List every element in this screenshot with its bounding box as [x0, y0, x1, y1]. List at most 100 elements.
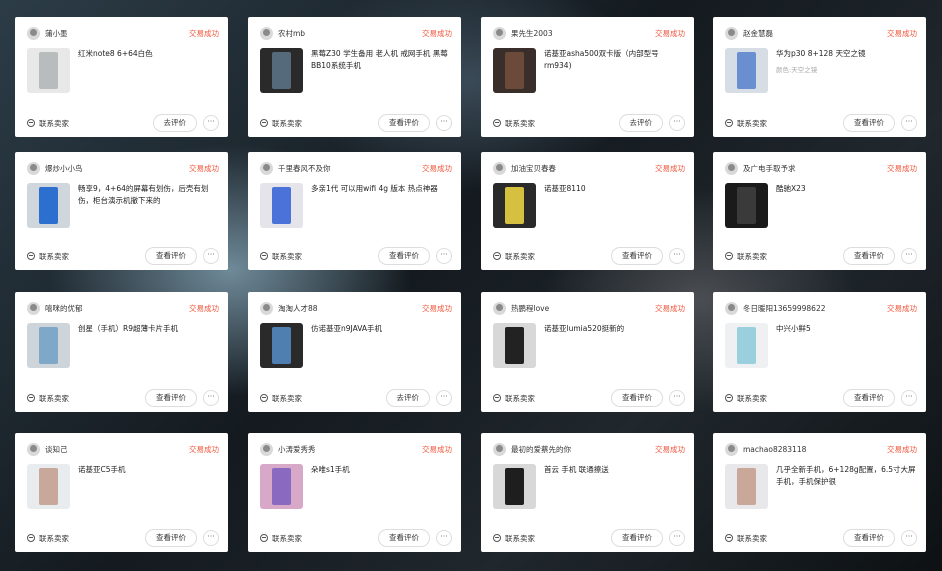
- seller-name[interactable]: 冬日暖阳13659998622: [743, 303, 887, 314]
- order-card[interactable]: 小涛爱秀秀 交易成功 朵唯s1手机 联系卖家 查看评价 ···: [248, 433, 461, 552]
- contact-seller-link[interactable]: 联系卖家: [272, 393, 386, 404]
- item-title[interactable]: 诺基亚asha500双卡版（内部型号rm934): [544, 48, 685, 72]
- order-card[interactable]: 最初的爱蔡先的你 交易成功 首云 手机 联通擦送 联系卖家 查看评价 ···: [481, 433, 694, 552]
- order-card[interactable]: 加油宝贝春春 交易成功 诺基亚8110 联系卖家 查看评价 ···: [481, 152, 694, 270]
- review-button[interactable]: 查看评价: [843, 247, 895, 265]
- avatar[interactable]: [725, 442, 738, 456]
- review-button[interactable]: 查看评价: [378, 247, 430, 265]
- review-button[interactable]: 查看评价: [843, 389, 895, 407]
- review-button[interactable]: 去评价: [152, 114, 197, 132]
- item-title[interactable]: 仿诺基亚n9JAVA手机: [311, 323, 382, 335]
- order-card[interactable]: 冬日暖阳13659998622 交易成功 中兴小鲜5 联系卖家 查看评价 ···: [713, 292, 926, 412]
- item-title[interactable]: 首云 手机 联通擦送: [544, 464, 609, 476]
- chat-icon[interactable]: [27, 119, 35, 127]
- order-card[interactable]: 果先生2003 交易成功 诺基亚asha500双卡版（内部型号rm934) 联系…: [481, 17, 694, 137]
- item-thumbnail[interactable]: [260, 183, 303, 228]
- avatar[interactable]: [725, 26, 738, 40]
- more-options-button[interactable]: ···: [436, 530, 452, 546]
- contact-seller-link[interactable]: 联系卖家: [39, 251, 145, 262]
- seller-name[interactable]: 谈知己: [45, 444, 189, 455]
- item-thumbnail[interactable]: [493, 183, 536, 228]
- chat-icon[interactable]: [27, 394, 35, 402]
- avatar[interactable]: [493, 301, 506, 315]
- item-info[interactable]: 诺基亚asha500双卡版（内部型号rm934): [493, 48, 685, 95]
- avatar[interactable]: [493, 161, 506, 175]
- item-title[interactable]: 黑莓Z30 学生备用 老人机 戒网手机 黑莓BB10系统手机: [311, 48, 452, 72]
- contact-seller-link[interactable]: 联系卖家: [505, 118, 619, 129]
- contact-seller-link[interactable]: 联系卖家: [505, 251, 611, 262]
- item-thumbnail[interactable]: [27, 48, 70, 93]
- more-options-button[interactable]: ···: [901, 530, 917, 546]
- seller-name[interactable]: 最初的爱蔡先的你: [511, 444, 655, 455]
- item-info[interactable]: 华为p30 8+128 天空之镜 颜色:天空之镜: [725, 48, 917, 95]
- chat-icon[interactable]: [493, 119, 501, 127]
- item-info[interactable]: 几乎全新手机，6+128g配置，6.5寸大屏手机，手机保护很: [725, 464, 917, 511]
- seller-name[interactable]: 嘻咪的优郁: [45, 303, 189, 314]
- review-button[interactable]: 去评价: [618, 114, 663, 132]
- seller-name[interactable]: 加油宝贝春春: [511, 163, 655, 174]
- seller-name[interactable]: 蒲小墨: [45, 28, 189, 39]
- item-info[interactable]: 诺基亚lumia520挺新的: [493, 323, 685, 370]
- seller-name[interactable]: 千里春风不及你: [278, 163, 422, 174]
- more-options-button[interactable]: ···: [669, 530, 685, 546]
- seller-name[interactable]: 农村mb: [278, 28, 422, 39]
- order-card[interactable]: 蒲小墨 交易成功 红米note8 6+64白色 联系卖家 去评价 ···: [15, 17, 228, 137]
- chat-icon[interactable]: [27, 252, 35, 260]
- order-card[interactable]: 千里春风不及你 交易成功 多亲1代 可以用wifi 4g 版本 热点神器 联系卖…: [248, 152, 461, 270]
- contact-seller-link[interactable]: 联系卖家: [272, 251, 378, 262]
- more-options-button[interactable]: ···: [669, 115, 685, 131]
- review-button[interactable]: 查看评价: [378, 114, 430, 132]
- item-info[interactable]: 仿诺基亚n9JAVA手机: [260, 323, 452, 370]
- chat-icon[interactable]: [27, 534, 35, 542]
- item-thumbnail[interactable]: [27, 464, 70, 509]
- avatar[interactable]: [260, 301, 273, 315]
- seller-name[interactable]: 爆炒小小鸟: [45, 163, 189, 174]
- review-button[interactable]: 查看评价: [378, 529, 430, 547]
- item-thumbnail[interactable]: [725, 48, 768, 93]
- more-options-button[interactable]: ···: [669, 248, 685, 264]
- item-title[interactable]: 诺基亚lumia520挺新的: [544, 323, 624, 335]
- contact-seller-link[interactable]: 联系卖家: [505, 393, 611, 404]
- more-options-button[interactable]: ···: [436, 390, 452, 406]
- more-options-button[interactable]: ···: [203, 248, 219, 264]
- review-button[interactable]: 查看评价: [611, 389, 663, 407]
- order-card[interactable]: 嘻咪的优郁 交易成功 创星（手机）R9超薄卡片手机 联系卖家 查看评价 ···: [15, 292, 228, 412]
- chat-icon[interactable]: [725, 252, 733, 260]
- contact-seller-link[interactable]: 联系卖家: [39, 118, 153, 129]
- order-card[interactable]: 赵金慧磊 交易成功 华为p30 8+128 天空之镜 颜色:天空之镜 联系卖家 …: [713, 17, 926, 137]
- review-button[interactable]: 查看评价: [145, 247, 197, 265]
- item-info[interactable]: 酷驰X23: [725, 183, 917, 230]
- seller-name[interactable]: 及广电手取予求: [743, 163, 887, 174]
- review-button[interactable]: 查看评价: [145, 529, 197, 547]
- contact-seller-link[interactable]: 联系卖家: [737, 533, 843, 544]
- avatar[interactable]: [260, 442, 273, 456]
- chat-icon[interactable]: [725, 394, 733, 402]
- seller-name[interactable]: 热鹏程love: [511, 303, 655, 314]
- seller-name[interactable]: 小涛爱秀秀: [278, 444, 422, 455]
- item-title[interactable]: 多亲1代 可以用wifi 4g 版本 热点神器: [311, 183, 438, 195]
- item-thumbnail[interactable]: [725, 323, 768, 368]
- avatar[interactable]: [260, 161, 273, 175]
- more-options-button[interactable]: ···: [203, 390, 219, 406]
- more-options-button[interactable]: ···: [436, 115, 452, 131]
- item-thumbnail[interactable]: [493, 48, 536, 93]
- review-button[interactable]: 查看评价: [611, 247, 663, 265]
- more-options-button[interactable]: ···: [203, 530, 219, 546]
- more-options-button[interactable]: ···: [436, 248, 452, 264]
- avatar[interactable]: [725, 301, 738, 315]
- more-options-button[interactable]: ···: [669, 390, 685, 406]
- chat-icon[interactable]: [260, 119, 268, 127]
- item-info[interactable]: 红米note8 6+64白色: [27, 48, 219, 95]
- item-title[interactable]: 中兴小鲜5: [776, 323, 811, 335]
- review-button[interactable]: 查看评价: [145, 389, 197, 407]
- review-button[interactable]: 查看评价: [611, 529, 663, 547]
- review-button[interactable]: 查看评价: [843, 114, 895, 132]
- chat-icon[interactable]: [260, 252, 268, 260]
- chat-icon[interactable]: [725, 119, 733, 127]
- avatar[interactable]: [27, 26, 40, 40]
- item-thumbnail[interactable]: [27, 323, 70, 368]
- item-info[interactable]: 多亲1代 可以用wifi 4g 版本 热点神器: [260, 183, 452, 230]
- item-title[interactable]: 诺基亚8110: [544, 183, 586, 195]
- chat-icon[interactable]: [260, 534, 268, 542]
- contact-seller-link[interactable]: 联系卖家: [39, 393, 145, 404]
